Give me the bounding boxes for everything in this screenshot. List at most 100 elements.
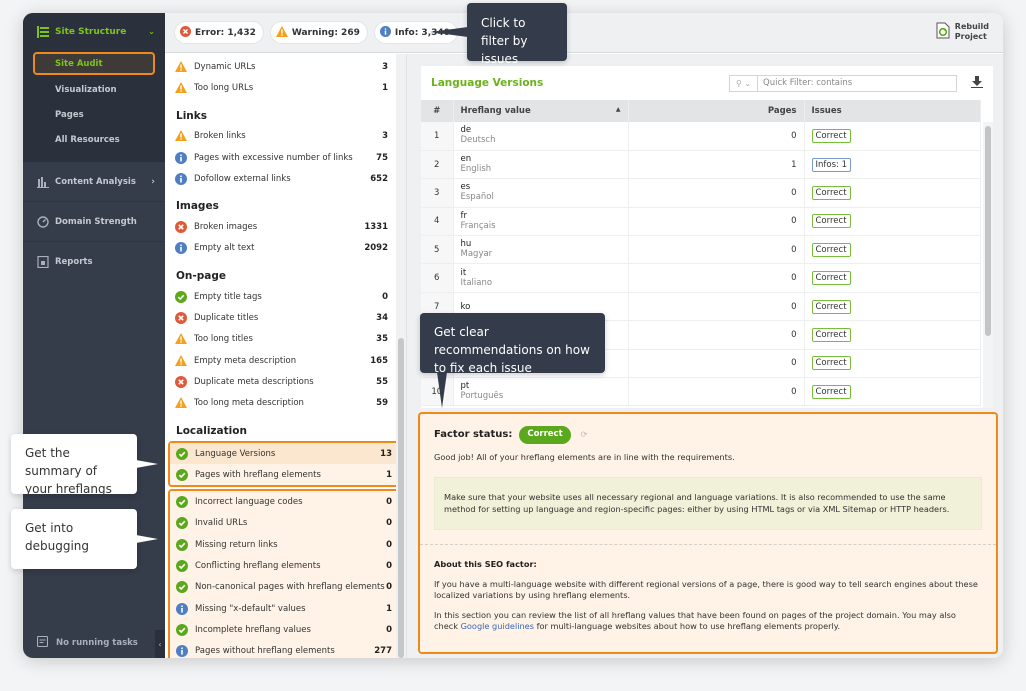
issues-cell: Correct [804, 207, 981, 237]
issue-item[interactable]: Pages with hreflang elements 1 [170, 464, 398, 485]
language-name: Español [460, 192, 494, 203]
sidebar-item-reports[interactable]: Reports [23, 242, 165, 282]
issue-item[interactable]: Non-canonical pages with hreflang elemen… [170, 577, 398, 598]
error-filter-button[interactable]: Error: 1,432 [175, 22, 263, 43]
issue-item[interactable]: Broken images 1331 [165, 216, 406, 237]
card-title: Language Versions [431, 77, 544, 89]
issue-label: Language Versions [195, 448, 276, 459]
issue-item[interactable]: Missing return links 0 [170, 534, 398, 555]
table-scrollbar[interactable] [983, 122, 993, 408]
sidebar-item-label: Reports [55, 257, 93, 267]
issue-item[interactable]: Empty meta description 165 [165, 350, 406, 371]
issue-item[interactable]: Incomplete hreflang values 0 [170, 619, 398, 640]
column-header-issues[interactable]: Issues [804, 100, 981, 122]
issue-label: Duplicate meta descriptions [194, 376, 314, 387]
column-header-number[interactable]: # [421, 100, 454, 122]
issue-tag[interactable]: Correct [811, 384, 851, 399]
issue-label: Missing return links [195, 539, 278, 550]
refresh-icon[interactable]: ⟳ [581, 429, 588, 441]
issue-tag[interactable]: Correct [811, 242, 851, 257]
quick-filter-input[interactable]: Quick Filter: contains [758, 78, 852, 88]
warning-filter-button[interactable]: Warning: 269 [270, 22, 367, 43]
issue-count: 59 [376, 398, 388, 409]
table-row[interactable]: 4 fr Français 0 Correct [421, 207, 981, 237]
issue-item[interactable]: Language Versions 13 [170, 442, 398, 465]
issue-item[interactable]: Empty alt text 2092 [165, 238, 406, 259]
check-icon [175, 290, 187, 303]
pages-cell: 0 [628, 377, 805, 407]
tasks-icon [36, 635, 49, 650]
table-row[interactable]: 10 pt Português 0 Correct [421, 377, 981, 407]
issue-item[interactable]: Conflicting hreflang elements 0 [170, 555, 398, 576]
running-tasks-status[interactable]: No running tasks [36, 635, 138, 650]
issue-tag[interactable]: Correct [811, 299, 851, 314]
column-header-label: Hreflang value [460, 106, 531, 116]
issue-item[interactable]: Missing "x-default" values 1 [170, 598, 398, 619]
issue-group-title: Links [176, 109, 207, 122]
issue-item[interactable]: Empty title tags 0 [165, 286, 406, 307]
divider [420, 544, 996, 545]
sidebar-item-domain-strength[interactable]: Domain Strength [23, 202, 165, 242]
callout-debug: Get into debugging [11, 509, 137, 569]
issue-item[interactable]: Pages without hreflang elements 277 [170, 641, 398, 658]
sidebar-item-site-audit[interactable]: Site Audit [33, 52, 155, 75]
issue-item[interactable]: Too long URLs 1 [165, 77, 406, 98]
issue-tag[interactable]: Correct [811, 271, 851, 286]
column-header-pages[interactable]: Pages [628, 100, 805, 122]
sidebar-item-content-analysis[interactable]: Content Analysis › [23, 162, 165, 202]
sidebar-item-all-resources[interactable]: All Resources [23, 127, 165, 152]
download-icon[interactable] [971, 75, 983, 91]
check-icon [176, 559, 188, 572]
language-name: Français [460, 220, 496, 231]
table-row[interactable]: 6 it Italiano 0 Correct [421, 263, 981, 293]
issue-item[interactable]: Duplicate meta descriptions 55 [165, 371, 406, 392]
issue-group-title: On-page [176, 270, 226, 283]
issue-item[interactable]: Duplicate titles 34 [165, 307, 406, 328]
info-icon [175, 242, 187, 255]
recommendation-box: Make sure that your website uses all nec… [434, 477, 982, 530]
sidebar-group-label: Site Structure [55, 26, 127, 37]
issue-tag[interactable]: Correct [811, 356, 851, 371]
pages-cell: 0 [628, 178, 805, 208]
issue-tag[interactable]: Correct [811, 185, 851, 200]
callout-filter-arrow [430, 27, 468, 37]
issues-cell: Correct [804, 320, 981, 350]
table-row[interactable]: 2 en English 1 Infos: 1 [421, 150, 981, 180]
issue-item[interactable]: Pages with excessive number of links 75 [165, 147, 406, 168]
issue-tag[interactable]: Correct [811, 128, 851, 143]
hreflang-cell: en English [453, 150, 629, 180]
table-row[interactable]: 5 hu Magyar 0 Correct [421, 235, 981, 265]
table-row[interactable]: 1 de Deutsch 0 Correct [421, 122, 981, 151]
issue-tag[interactable]: Correct [811, 327, 851, 342]
issue-tag[interactable]: Infos: 1 [811, 157, 851, 172]
rebuild-project-button[interactable]: Rebuild Project [936, 22, 989, 42]
issue-label: Invalid URLs [195, 518, 248, 529]
issue-item[interactable]: Invalid URLs 0 [170, 513, 398, 534]
issue-item[interactable]: Dofollow external links 652 [165, 168, 406, 189]
issue-item[interactable]: Broken links 3 [165, 126, 406, 147]
issue-item[interactable]: Too long titles 35 [165, 329, 406, 350]
sidebar-item-site-structure[interactable]: Site Structure ⌄ [23, 13, 165, 50]
quick-filter[interactable]: ⚲ ⌄ Quick Filter: contains [729, 74, 957, 92]
hreflang-cell: hu Magyar [453, 235, 629, 265]
table-scrollbar-thumb[interactable] [985, 126, 991, 336]
issue-item[interactable]: Dynamic URLs 3 [165, 56, 406, 77]
row-number: 2 [421, 150, 454, 180]
google-guidelines-link[interactable]: Google guidelines [461, 621, 534, 631]
sidebar-item-pages[interactable]: Pages [23, 102, 165, 127]
column-header-hreflang[interactable]: Hreflang value ▲ [453, 100, 629, 122]
issue-count: 35 [376, 334, 388, 345]
warning-icon [175, 130, 187, 142]
issue-item[interactable]: Too long meta description 59 [165, 393, 406, 414]
callout-text: Get the summary of your hreflangs [25, 446, 112, 496]
issues-scrollbar-thumb[interactable] [398, 338, 404, 658]
table-row[interactable]: 3 es Español 0 Correct [421, 178, 981, 208]
pages-cell: 0 [628, 263, 805, 293]
collapse-sidebar-button[interactable]: ‹ [155, 630, 165, 658]
issue-count: 0 [386, 518, 392, 529]
issues-scrollbar[interactable] [396, 54, 406, 658]
issue-tag[interactable]: Correct [811, 214, 851, 229]
sidebar-item-visualization[interactable]: Visualization [23, 77, 165, 102]
search-dropdown-icon[interactable]: ⚲ ⌄ [730, 75, 758, 91]
issue-item[interactable]: Incorrect language codes 0 [170, 491, 398, 512]
